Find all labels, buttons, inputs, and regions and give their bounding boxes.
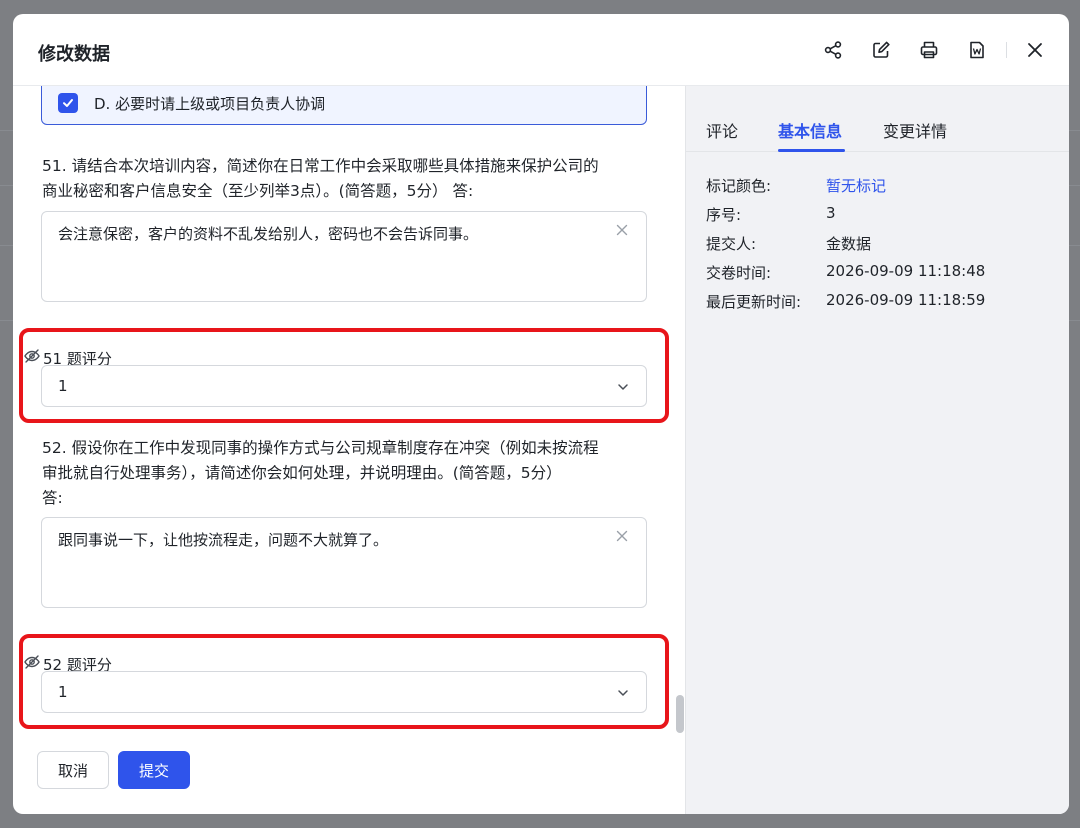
edit-data-dialog: 修改数据 D. 必要时请上级或项目负责人协调 51. 请结合本次培训内容，简述你… [13, 14, 1069, 814]
info-row-submitter: 提交人: 金数据 [706, 235, 872, 253]
score-51-select[interactable]: 1 [41, 365, 647, 407]
option-d-label: D. 必要时请上级或项目负责人协调 [94, 95, 326, 113]
tab-change-details[interactable]: 变更详情 [883, 118, 947, 142]
question-51-answer-text: 会注意保密，客户的资料不乱发给别人，密码也不会告诉同事。 [58, 225, 479, 243]
question-51-text: 51. 请结合本次培训内容，简述你在日常工作中会采取哪些具体措施来保护公司的 商… [42, 157, 599, 200]
tab-basic-info[interactable]: 基本信息 [778, 118, 842, 142]
chevron-down-icon [616, 379, 630, 393]
submit-button[interactable]: 提交 [118, 751, 190, 789]
header-divider [1006, 42, 1007, 58]
scrollbar-thumb[interactable] [676, 695, 684, 733]
edit-icon[interactable] [869, 38, 893, 62]
question-52-text: 52. 假设你在工作中发现同事的操作方式与公司规章制度存在冲突（例如未按流程 审… [42, 439, 599, 507]
clear-icon[interactable] [614, 528, 630, 544]
eye-hidden-icon[interactable] [23, 347, 41, 369]
close-icon[interactable] [1023, 38, 1047, 62]
print-icon[interactable] [917, 38, 941, 62]
info-sidebar: 评论 基本信息 变更详情 标记颜色: 暂无标记 序号: 3 提交人: 金数据 交… [685, 86, 1069, 814]
score-52-select[interactable]: 1 [41, 671, 647, 713]
mark-color-link[interactable]: 暂无标记 [826, 175, 886, 196]
cancel-button[interactable]: 取消 [37, 751, 109, 789]
option-d-checkbox[interactable]: D. 必要时请上级或项目负责人协调 [41, 86, 647, 125]
question-52-answer-text: 跟同事说一下，让他按流程走，问题不大就算了。 [58, 531, 389, 549]
info-row-serial: 序号: 3 [706, 204, 836, 224]
clear-icon[interactable] [614, 222, 630, 238]
share-icon[interactable] [821, 38, 845, 62]
form-panel[interactable]: D. 必要时请上级或项目负责人协调 51. 请结合本次培训内容，简述你在日常工作… [13, 86, 685, 814]
sidebar-tabs: 评论 基本信息 变更详情 [686, 114, 1069, 152]
info-row-mark-color: 标记颜色: 暂无标记 [706, 175, 887, 196]
score-51-value: 1 [58, 377, 68, 395]
question-52-answer-field[interactable]: 跟同事说一下，让他按流程走，问题不大就算了。 [41, 517, 647, 608]
chevron-down-icon [616, 685, 630, 699]
eye-hidden-icon[interactable] [23, 653, 41, 675]
word-export-icon[interactable] [965, 38, 989, 62]
tab-comments[interactable]: 评论 [706, 118, 738, 142]
dialog-header: 修改数据 [13, 14, 1069, 86]
info-row-last-updated: 最后更新时间: 2026-09-09 11:18:59 [706, 291, 986, 311]
dialog-title: 修改数据 [38, 44, 110, 65]
active-tab-indicator [778, 149, 845, 152]
score-52-value: 1 [58, 683, 68, 701]
checkbox-checked-icon[interactable] [58, 93, 78, 113]
info-row-submit-time: 交卷时间: 2026-09-09 11:18:48 [706, 262, 986, 282]
question-51-answer-field[interactable]: 会注意保密，客户的资料不乱发给别人，密码也不会告诉同事。 [41, 211, 647, 302]
